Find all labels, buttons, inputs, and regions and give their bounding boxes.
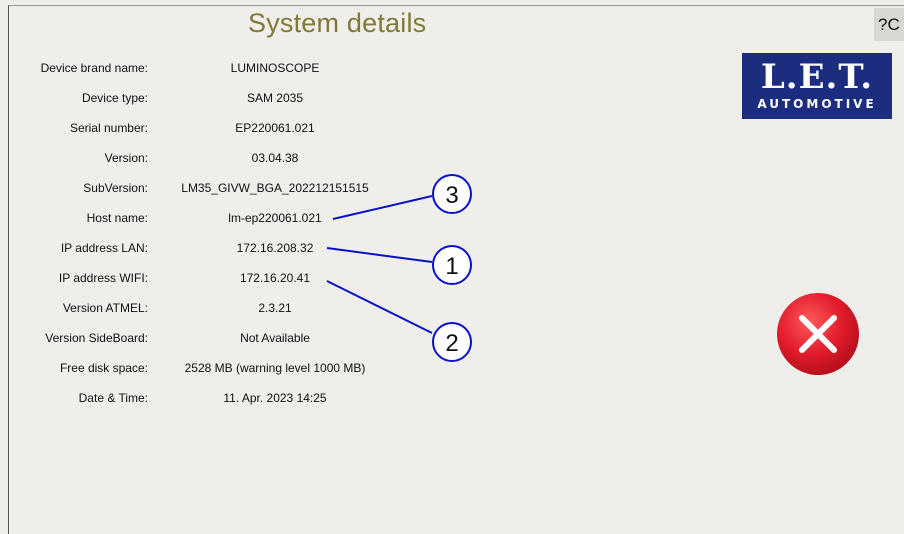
logo-wordmark: L.E.T. — [760, 57, 874, 97]
detail-label: Device type: — [81, 91, 148, 105]
detail-row: SubVersion: LM35_GIVW_BGA_202212151515 — [0, 181, 460, 201]
close-x-icon — [777, 293, 859, 375]
help-button[interactable]: ?C — [874, 8, 904, 41]
detail-value: 03.04.38 — [251, 151, 299, 165]
close-button[interactable] — [776, 292, 860, 376]
detail-value: LUMINOSCOPE — [230, 61, 320, 75]
logo-subtitle: AUTOMOTIVE — [757, 97, 877, 111]
detail-label: SubVersion: — [83, 181, 148, 195]
detail-label: Device brand name: — [40, 61, 148, 75]
detail-value: EP220061.021 — [235, 121, 315, 135]
detail-value: 172.16.208.32 — [236, 241, 314, 255]
detail-row: Free disk space: 2528 MB (warning level … — [0, 361, 460, 381]
detail-label: IP address WIFI: — [58, 271, 148, 285]
let-automotive-logo: L.E.T. AUTOMOTIVE — [742, 53, 892, 119]
detail-value: SAM 2035 — [246, 91, 304, 105]
detail-label: Date & Time: — [78, 391, 148, 405]
detail-row: Device brand name: LUMINOSCOPE — [0, 61, 460, 81]
detail-label: Serial number: — [69, 121, 148, 135]
detail-row: Serial number: EP220061.021 — [0, 121, 460, 141]
detail-value: lm-ep220061.021 — [228, 211, 322, 225]
detail-row: Version: 03.04.38 — [0, 151, 460, 171]
detail-value: 11. Apr. 2023 14:25 — [223, 391, 327, 405]
detail-row: Device type: SAM 2035 — [0, 91, 460, 111]
detail-row: IP address WIFI: 172.16.20.41 — [0, 271, 460, 291]
detail-row: Version ATMEL: 2.3.21 — [0, 301, 460, 321]
detail-row: Host name: lm-ep220061.021 — [0, 211, 460, 231]
detail-label: Version SideBoard: — [45, 331, 148, 345]
detail-label: Version: — [104, 151, 148, 165]
detail-row: Date & Time: 11. Apr. 2023 14:25 — [0, 391, 460, 411]
detail-label: Version ATMEL: — [62, 301, 148, 315]
page-title: System details — [248, 8, 427, 38]
detail-value: 2528 MB (warning level 1000 MB) — [184, 361, 366, 375]
detail-row: Version SideBoard: Not Available — [0, 331, 460, 351]
detail-value: LM35_GIVW_BGA_202212151515 — [181, 181, 369, 195]
detail-value: 172.16.20.41 — [239, 271, 311, 285]
detail-label: Free disk space: — [59, 361, 148, 375]
detail-label: IP address LAN: — [60, 241, 148, 255]
detail-row: IP address LAN: 172.16.208.32 — [0, 241, 460, 261]
detail-label: Host name: — [86, 211, 148, 225]
detail-value: 2.3.21 — [258, 301, 292, 315]
detail-value: Not Available — [240, 331, 310, 345]
